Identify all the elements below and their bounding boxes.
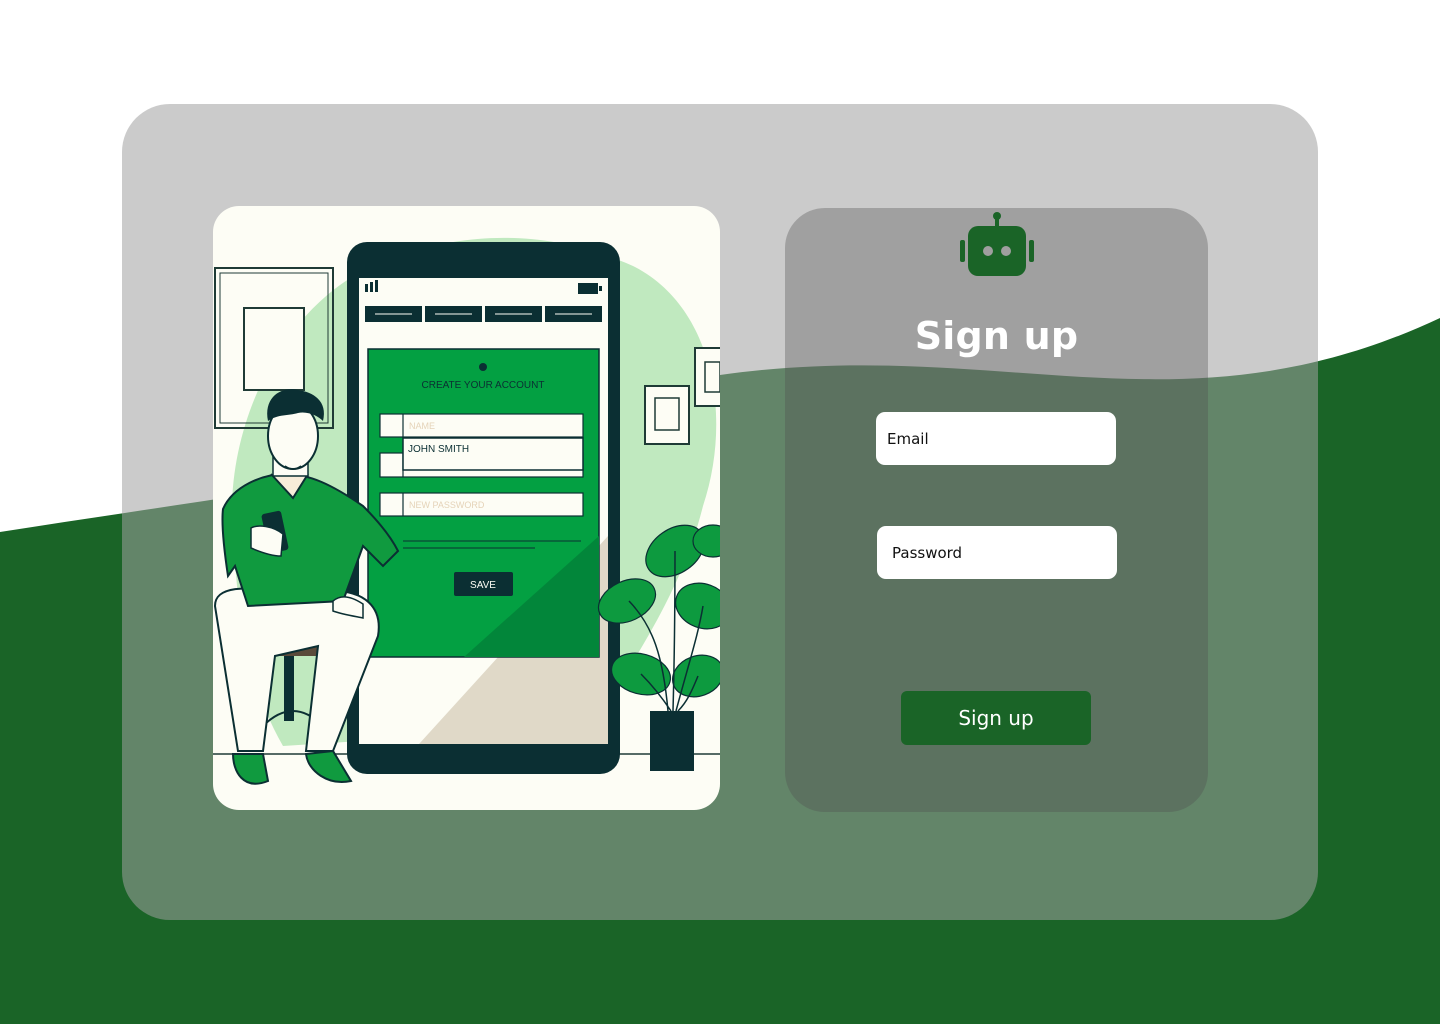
signup-button[interactable]: Sign up [901, 691, 1091, 745]
password-field[interactable] [877, 526, 1117, 579]
page-title: Sign up [914, 314, 1079, 358]
illustration-screen-title: CREATE YOUR ACCOUNT [422, 380, 545, 391]
signup-illustration: CREATE YOUR ACCOUNT NAME JOHN SMITH NEW … [213, 206, 720, 810]
robot-icon [960, 212, 1034, 276]
illustration-name-value: JOHN SMITH [408, 444, 469, 455]
illustration-password-field: NEW PASSWORD [409, 500, 485, 510]
illustration-save-button: SAVE [470, 580, 496, 591]
email-field[interactable] [876, 412, 1116, 465]
illustration-name-field: NAME [409, 421, 435, 431]
